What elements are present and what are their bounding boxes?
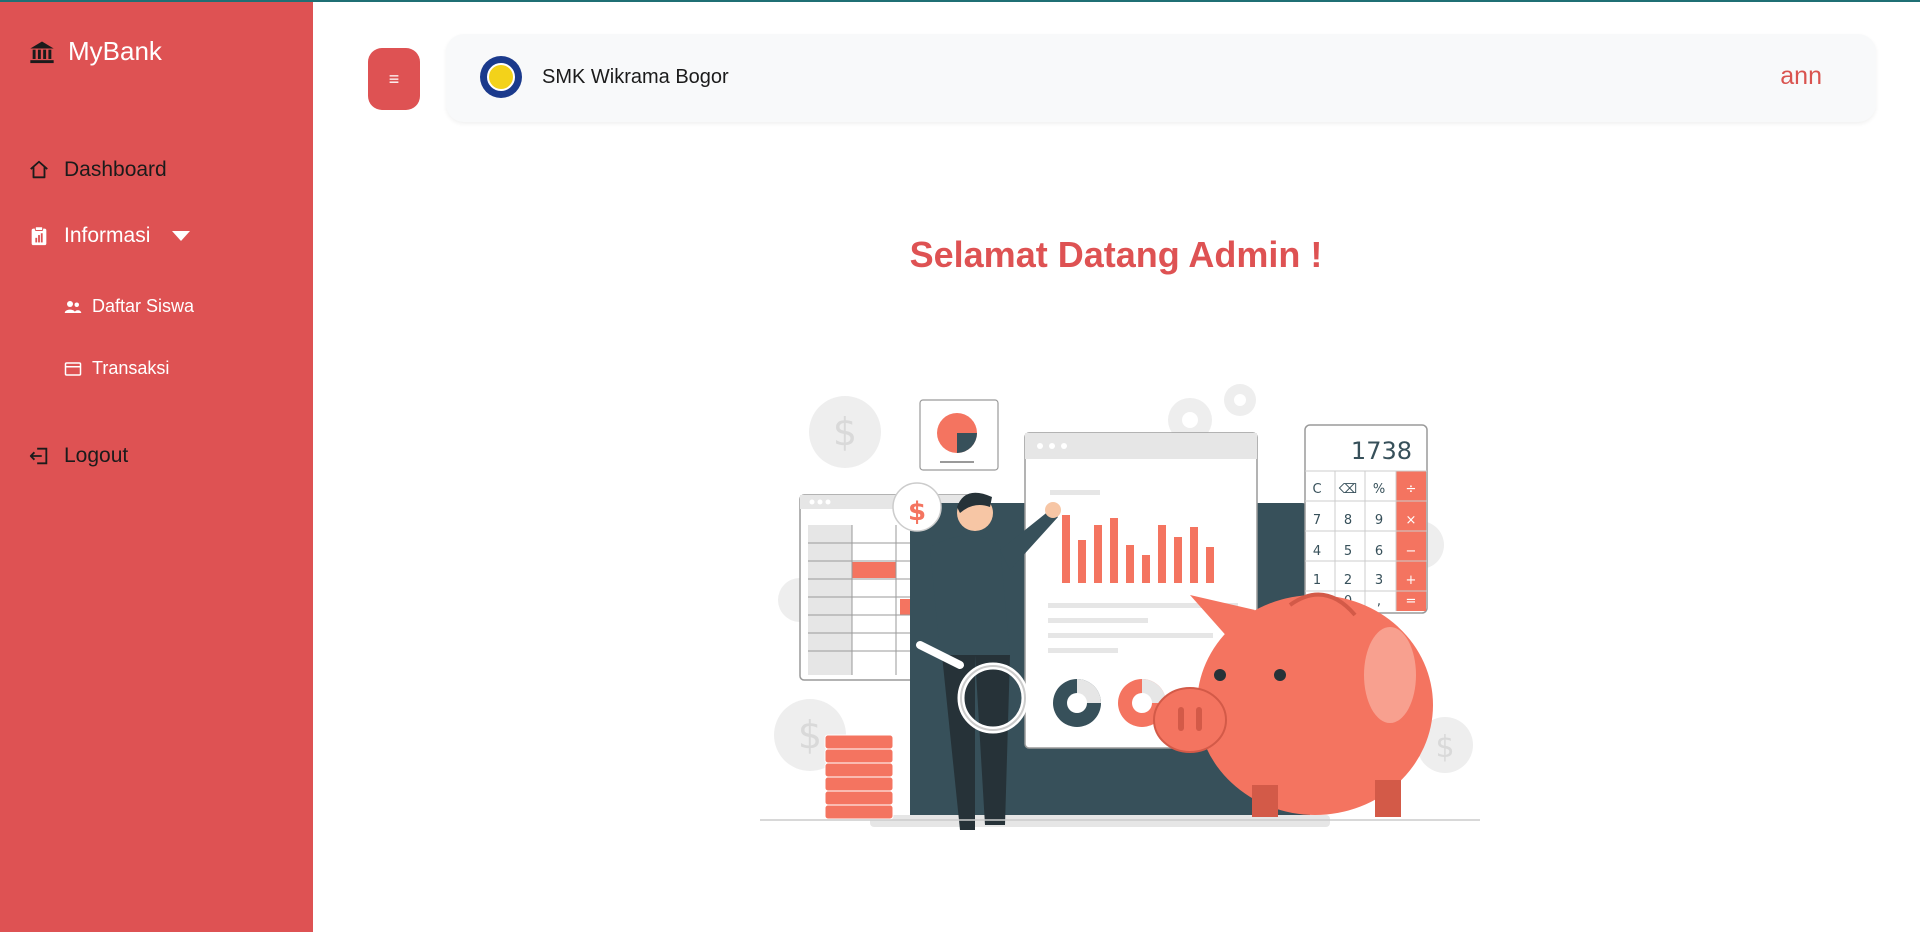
svg-text:$: $ bbox=[833, 410, 857, 454]
svg-text:7: 7 bbox=[1313, 513, 1321, 528]
svg-text:4: 4 bbox=[1313, 544, 1321, 559]
svg-text:9: 9 bbox=[1375, 513, 1383, 528]
brand[interactable]: MyBank bbox=[28, 36, 162, 67]
welcome-heading: Selamat Datang Admin ! bbox=[909, 234, 1323, 275]
menu-toggle-button[interactable]: ≡ bbox=[368, 48, 420, 110]
svg-text:×: × bbox=[1406, 513, 1417, 528]
svg-text:C: C bbox=[1312, 482, 1321, 497]
sidebar-item-label: Logout bbox=[64, 444, 129, 467]
svg-text:$: $ bbox=[1435, 730, 1454, 765]
top-navbar: SMK Wikrama Bogor ann bbox=[446, 34, 1876, 122]
sidebar-item-daftar-siswa[interactable]: Daftar Siswa bbox=[64, 296, 194, 317]
finance-illustration: $ $ $ $ 1738 C ⌫ % ÷ 7 8 9 × 4 5 6 − 1 2… bbox=[760, 384, 1480, 830]
svg-text:1738: 1738 bbox=[1351, 437, 1412, 465]
sidebar-item-dashboard[interactable]: Dashboard bbox=[28, 158, 167, 182]
svg-text:8: 8 bbox=[1344, 513, 1352, 528]
top-accent-line bbox=[0, 0, 1920, 2]
svg-text:,: , bbox=[1377, 594, 1381, 609]
svg-text:−: − bbox=[1406, 544, 1417, 559]
svg-text:$: $ bbox=[798, 713, 822, 757]
svg-text:%: % bbox=[1373, 482, 1385, 497]
window-icon bbox=[64, 361, 82, 376]
logout-icon bbox=[29, 447, 48, 465]
svg-text:⌫: ⌫ bbox=[1338, 482, 1357, 497]
user-menu[interactable]: ann bbox=[1780, 62, 1822, 91]
svg-text:6: 6 bbox=[1375, 544, 1383, 559]
svg-text:2: 2 bbox=[1344, 573, 1352, 588]
school-name: SMK Wikrama Bogor bbox=[542, 65, 729, 88]
school-logo-icon bbox=[480, 56, 522, 98]
sidebar-item-logout[interactable]: Logout bbox=[28, 444, 128, 468]
svg-text:$: $ bbox=[908, 497, 926, 527]
brand-name: MyBank bbox=[68, 36, 162, 66]
sidebar-item-transaksi[interactable]: Transaksi bbox=[64, 358, 169, 379]
sidebar-item-label: Transaksi bbox=[92, 358, 170, 378]
bank-icon bbox=[30, 41, 54, 63]
users-icon bbox=[64, 300, 82, 313]
home-icon bbox=[30, 160, 48, 179]
svg-text:=: = bbox=[1406, 594, 1417, 609]
hamburger-icon: ≡ bbox=[388, 68, 400, 89]
svg-text:3: 3 bbox=[1375, 573, 1383, 588]
school-brand[interactable]: SMK Wikrama Bogor bbox=[480, 56, 729, 98]
sidebar-item-label: Daftar Siswa bbox=[92, 296, 195, 316]
sidebar: MyBank Dashboard Informasi Daftar Siswa … bbox=[0, 0, 313, 932]
svg-text:1: 1 bbox=[1313, 573, 1321, 588]
svg-text:÷: ÷ bbox=[1406, 482, 1417, 497]
svg-text:5: 5 bbox=[1344, 544, 1352, 559]
sidebar-item-label: Dashboard bbox=[64, 158, 167, 181]
svg-text:+: + bbox=[1406, 573, 1417, 588]
